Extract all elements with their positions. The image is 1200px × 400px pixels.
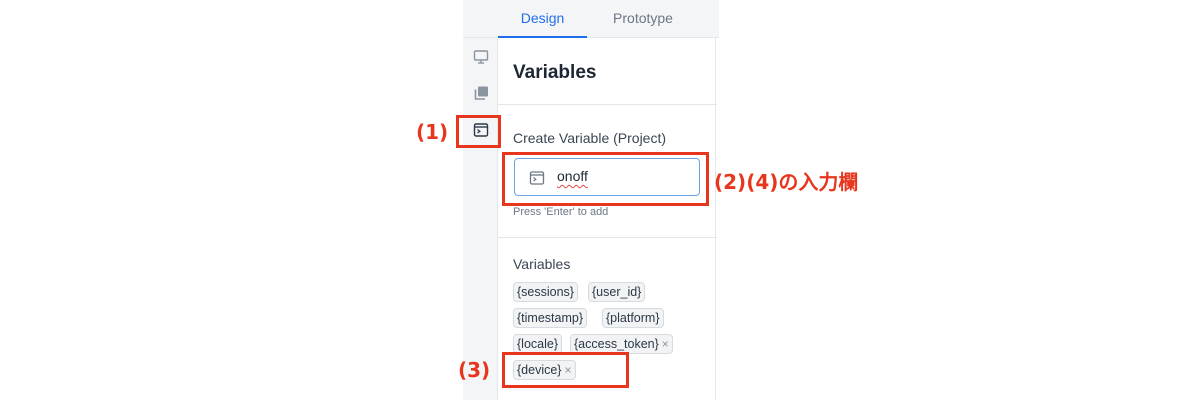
- variable-chip[interactable]: {access_token} ×: [570, 334, 673, 354]
- divider: [498, 104, 717, 105]
- variable-chip[interactable]: {locale}: [513, 334, 563, 354]
- chip-label: {user_id}: [592, 285, 642, 299]
- annotation-box-3: [502, 352, 629, 388]
- variable-chip[interactable]: {user_id}: [588, 282, 646, 302]
- divider: [498, 237, 717, 238]
- variables-panel: Variables Create Variable (Project) onof…: [497, 38, 717, 400]
- annotation-label-1: (1): [416, 120, 449, 144]
- annotation-label-2: (2)(4)の入力欄: [714, 170, 859, 194]
- monitor-icon[interactable]: [472, 48, 490, 66]
- variable-chip[interactable]: {sessions}: [513, 282, 578, 302]
- app-stage: Design Prototype Variables Create Variab…: [0, 0, 1200, 400]
- variables-list-label: Variables: [513, 256, 571, 272]
- remove-chip-icon[interactable]: ×: [662, 337, 669, 351]
- chip-label: {timestamp}: [517, 311, 584, 325]
- chip-label: {locale}: [517, 337, 559, 351]
- panel-title: Variables: [513, 62, 597, 83]
- icon-rail: [463, 38, 497, 400]
- chip-label: {sessions}: [517, 285, 574, 299]
- variable-chip[interactable]: {timestamp}: [513, 308, 588, 328]
- annotation-box-1: [456, 115, 501, 148]
- annotation-label-3: (3): [458, 358, 491, 382]
- annotation-box-2: [502, 152, 709, 206]
- tab-prototype[interactable]: Prototype: [598, 0, 688, 38]
- tab-strip: Design Prototype: [463, 0, 719, 38]
- input-hint: Press 'Enter' to add: [513, 206, 609, 218]
- chip-label: {platform}: [606, 311, 660, 325]
- create-variable-label: Create Variable (Project): [513, 130, 667, 146]
- tab-design[interactable]: Design: [498, 0, 587, 38]
- variable-chip[interactable]: {platform}: [602, 308, 664, 328]
- chip-label: {access_token}: [574, 337, 659, 351]
- layers-icon[interactable]: [472, 84, 490, 102]
